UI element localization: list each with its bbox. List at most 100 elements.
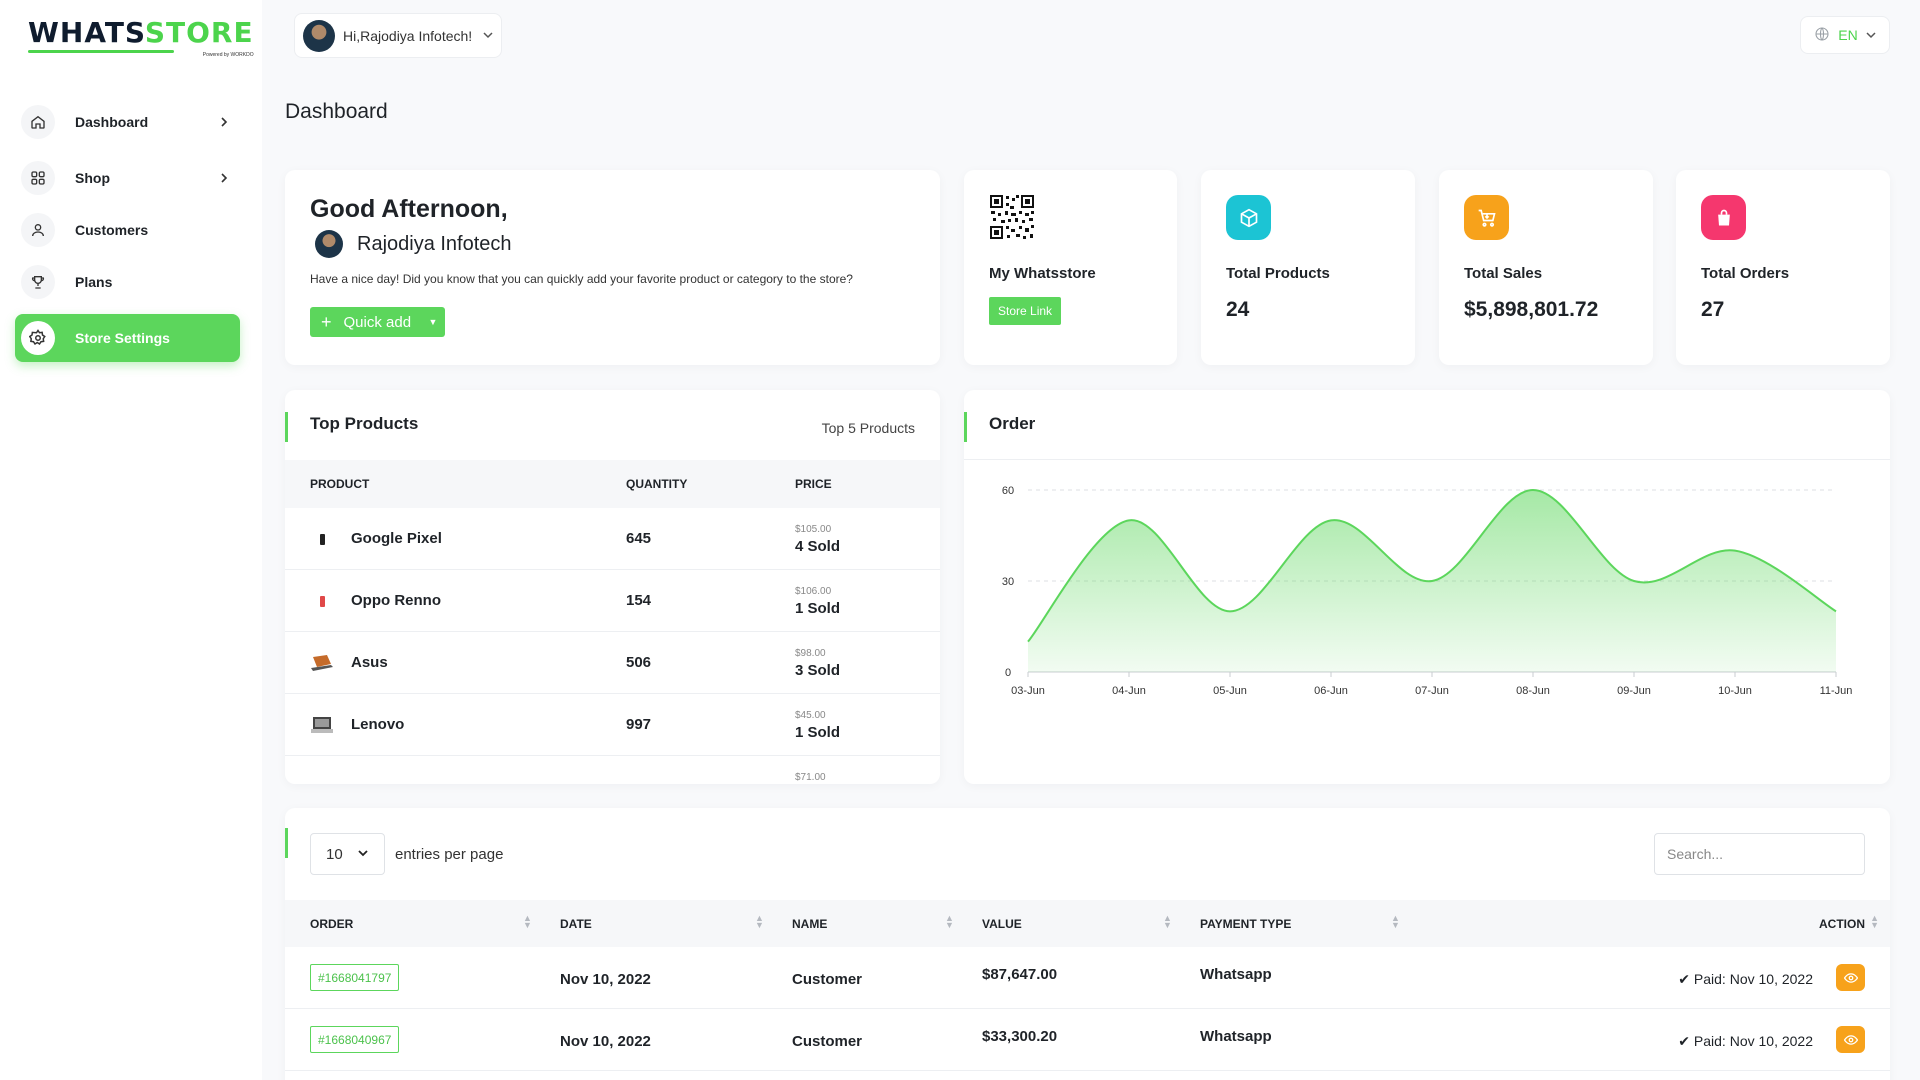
column-header-name[interactable]: NAME <box>792 917 827 931</box>
column-header-value[interactable]: VALUE <box>982 917 1022 931</box>
qr-code-icon[interactable] <box>989 194 1035 240</box>
view-order-button[interactable] <box>1836 964 1865 991</box>
table-row[interactable]: Google Pixel 645 $105.00 4 Sold <box>285 508 940 570</box>
sort-icon[interactable]: ▲ ▼ <box>523 914 532 930</box>
product-sold: 4 Sold <box>795 538 841 555</box>
x-tick-label: 10-Jun <box>1718 685 1752 697</box>
sort-icon[interactable]: ▲ ▼ <box>1391 914 1400 930</box>
chevron-right-icon <box>214 168 234 188</box>
search-input[interactable] <box>1654 833 1865 875</box>
table-row[interactable]: #1668040967 Nov 10, 2022 Customer $33,30… <box>285 1009 1890 1071</box>
column-header: PRICE <box>795 477 832 491</box>
total-products-card: Total Products 24 <box>1201 170 1415 365</box>
sidebar-item-shop[interactable]: Shop <box>15 154 240 202</box>
globe-icon <box>1814 26 1830 45</box>
stat-title: Total Sales <box>1464 265 1543 282</box>
product-image <box>310 590 334 612</box>
table-row[interactable]: $71.00 <box>285 756 940 784</box>
order-customer: Customer <box>792 1033 863 1050</box>
section-accent <box>285 828 288 858</box>
check-icon: ✔ <box>1678 971 1691 987</box>
product-image <box>310 528 334 550</box>
x-tick-label: 03-Jun <box>1011 685 1045 697</box>
table-row[interactable]: Asus 506 $98.00 3 Sold <box>285 632 940 694</box>
product-name: Oppo Renno <box>351 592 441 609</box>
y-tick-label: 60 <box>1002 485 1014 497</box>
order-id-badge[interactable]: #1668040967 <box>310 1026 400 1053</box>
entries-value: 10 <box>326 845 343 863</box>
language-code: EN <box>1838 27 1858 43</box>
caret-down-icon[interactable]: ▼ <box>421 317 445 327</box>
brand-logo[interactable]: WHATSSTORE Powered by WORKDO <box>28 16 254 58</box>
x-tick-label: 06-Jun <box>1314 685 1348 697</box>
sort-icon[interactable]: ▲ ▼ <box>945 914 954 930</box>
product-quantity: 645 <box>626 530 652 547</box>
stat-value: 24 <box>1226 298 1250 321</box>
logo-underline <box>28 50 174 53</box>
shopping-bag-icon <box>1701 195 1746 240</box>
store-card: My Whatsstore Store Link <box>964 170 1177 365</box>
column-header-payment-type[interactable]: PAYMENT TYPE <box>1200 917 1291 931</box>
chevron-right-icon <box>214 112 234 132</box>
logo-text-part2: STORE <box>144 16 254 49</box>
box-icon <box>1226 195 1271 240</box>
sidebar-item-dashboard[interactable]: Dashboard <box>15 98 240 146</box>
stat-value: 27 <box>1701 298 1725 321</box>
column-header-date[interactable]: DATE <box>560 917 592 931</box>
eye-icon <box>1843 972 1858 983</box>
user-menu[interactable]: Hi,Rajodiya Infotech! <box>294 13 502 58</box>
table-row[interactable]: Oppo Renno 154 $106.00 1 Sold <box>285 570 940 632</box>
top-products-card: Top Products Top 5 Products PRODUCT QUAN… <box>285 390 940 784</box>
user-icon <box>21 213 55 247</box>
check-icon: ✔ <box>1678 1033 1691 1049</box>
order-date: Nov 10, 2022 <box>560 971 651 988</box>
sidebar-item-customers[interactable]: Customers <box>15 210 240 250</box>
user-greeting: Hi,Rajodiya Infotech! <box>343 27 473 44</box>
sort-icon[interactable]: ▲ ▼ <box>755 914 764 930</box>
quick-add-label: Quick add <box>343 313 412 331</box>
x-tick-label: 05-Jun <box>1213 685 1247 697</box>
logo-text-part1: WHATS <box>28 16 145 49</box>
quick-add-button[interactable]: + Quick add ▼ <box>310 307 445 337</box>
chart-title: Order <box>989 414 1036 433</box>
sidebar-item-label: Store Settings <box>75 330 170 346</box>
welcome-card: Good Afternoon, Rajodiya Infotech Have a… <box>285 170 940 365</box>
order-id-badge[interactable]: #1668041797 <box>310 964 400 991</box>
store-title: My Whatsstore <box>989 265 1096 282</box>
order-date: Nov 10, 2022 <box>560 1033 651 1050</box>
payment-type: Whatsapp <box>1200 1028 1272 1045</box>
sort-icon[interactable]: ▲ ▼ <box>1870 914 1879 930</box>
trophy-icon <box>21 265 55 299</box>
store-link-button[interactable]: Store Link <box>989 297 1062 325</box>
sort-icon[interactable]: ▲ ▼ <box>1163 914 1172 930</box>
chevron-down-icon <box>483 27 493 45</box>
language-selector[interactable]: EN <box>1800 16 1890 54</box>
entries-per-page-select[interactable]: 10 <box>310 833 385 875</box>
payment-status: Paid: Nov 10, 2022 <box>1693 1033 1813 1049</box>
table-row[interactable]: #1668041797 Nov 10, 2022 Customer $87,64… <box>285 947 1890 1009</box>
x-tick-label: 09-Jun <box>1617 685 1651 697</box>
sidebar-item-plans[interactable]: Plans <box>15 258 240 306</box>
view-order-button[interactable] <box>1836 1026 1865 1053</box>
column-header: PRODUCT <box>310 477 370 491</box>
product-sold: 1 Sold <box>795 724 841 741</box>
column-header-order[interactable]: ORDER <box>310 917 353 931</box>
sidebar-item-label: Plans <box>75 274 113 290</box>
page-title: Dashboard <box>285 100 388 123</box>
avatar <box>303 19 335 52</box>
sidebar-item-label: Dashboard <box>75 114 149 130</box>
product-price: $45.00 <box>795 710 826 721</box>
total-orders-card: Total Orders 27 <box>1676 170 1890 365</box>
column-header: QUANTITY <box>626 477 688 491</box>
sidebar-item-store-settings[interactable]: Store Settings <box>15 314 240 362</box>
x-tick-label: 07-Jun <box>1415 685 1449 697</box>
grid-icon <box>21 161 55 195</box>
sidebar-item-label: Shop <box>75 170 110 186</box>
x-tick-label: 08-Jun <box>1516 685 1550 697</box>
column-header-action[interactable]: ACTION <box>1819 917 1865 931</box>
product-quantity: 154 <box>626 592 652 609</box>
sidebar: WHATSSTORE Powered by WORKDO Dashboard S… <box>0 0 262 1080</box>
stat-title: Total Orders <box>1701 265 1790 282</box>
table-row[interactable]: Lenovo 997 $45.00 1 Sold <box>285 694 940 756</box>
table-header: ORDER ▲ ▼ DATE ▲ ▼ NAME ▲ ▼ VALUE ▲ ▼ PAYMEN… <box>285 900 1890 947</box>
